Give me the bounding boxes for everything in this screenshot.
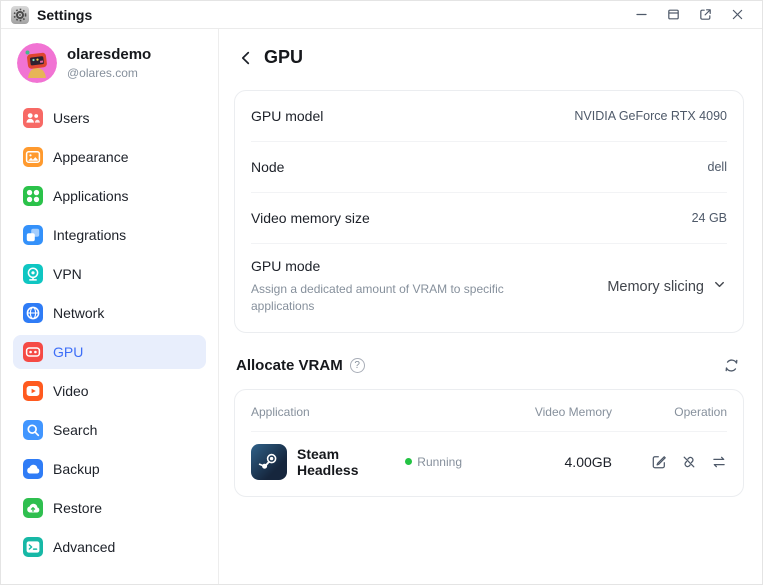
vpn-icon [23, 264, 43, 284]
user-card[interactable]: olaresdemo @olares.com [13, 41, 206, 101]
vram-table: Application Video Memory Operation Steam… [234, 388, 744, 497]
close-icon[interactable] [724, 4, 750, 26]
chevron-down-icon [712, 277, 727, 296]
col-application: Application [251, 404, 310, 419]
sidebar: olaresdemo @olares.com Users Appearance Ap… [1, 29, 219, 584]
selected-option: Memory slicing [607, 278, 704, 295]
user-avatar [17, 43, 57, 83]
open-in-new-icon[interactable] [692, 4, 718, 26]
gpu-info-card: GPU model NVIDIA GeForce RTX 4090 Node dell… [234, 90, 744, 333]
row-description: Assign a dedicated amount of VRAM to spe… [251, 282, 504, 314]
unbind-icon[interactable] [680, 453, 697, 470]
settings-app-icon [11, 5, 29, 24]
info-row-node: Node dell [251, 142, 727, 193]
sidebar-item-integrations[interactable]: Integrations [13, 218, 206, 252]
col-video-memory: Video Memory [534, 404, 612, 419]
info-row-gpu-mode: GPU mode Assign a dedicated amount of VRA… [251, 244, 727, 332]
titlebar: Settings [1, 1, 762, 29]
user-handle: @olares.com [67, 66, 138, 80]
applications-icon [23, 186, 43, 206]
backup-icon [23, 459, 43, 479]
network-icon [23, 303, 43, 323]
restore-icon [23, 498, 43, 518]
row-value: dell [707, 160, 727, 174]
edit-icon[interactable] [650, 453, 667, 470]
status-badge: Running [405, 455, 462, 469]
table-header: Application Video Memory Operation [251, 390, 727, 432]
window-title: Settings [37, 6, 93, 23]
help-icon[interactable]: ? [349, 358, 365, 374]
row-value: 24 GB [691, 211, 727, 225]
col-operation: Operation [674, 404, 727, 419]
row-value: NVIDIA GeForce RTX 4090 [574, 109, 727, 123]
users-icon [23, 108, 43, 128]
table-body: Steam Headless Running 4.00GB [251, 432, 727, 496]
sidebar-nav: Users Appearance Applications Integrations V… [13, 101, 206, 564]
row-label: GPU mode [251, 258, 321, 274]
refresh-icon[interactable] [720, 355, 742, 377]
page-title: GPU [264, 47, 304, 67]
row-label: Node [251, 159, 285, 175]
sidebar-item-applications[interactable]: Applications [13, 179, 206, 213]
sidebar-item-vpn[interactable]: VPN [13, 257, 206, 291]
sidebar-item-gpu[interactable]: GPU [13, 335, 206, 369]
restore-window-icon[interactable] [660, 4, 686, 26]
restart-icon[interactable] [710, 453, 727, 470]
integrations-icon [23, 225, 43, 245]
back-icon[interactable] [236, 48, 256, 68]
sidebar-item-appearance[interactable]: Appearance [13, 140, 206, 174]
advanced-icon [23, 537, 43, 557]
sidebar-item-advanced[interactable]: Advanced [13, 530, 206, 564]
row-label: Video memory size [251, 210, 370, 226]
info-row-video-memory-size: Video memory size 24 GB [251, 193, 727, 244]
sidebar-item-users[interactable]: Users [13, 101, 206, 135]
row-label: GPU model [251, 108, 324, 124]
video-icon [23, 381, 43, 401]
status-dot-icon [405, 458, 413, 466]
app-name: Steam Headless [297, 445, 359, 478]
sidebar-item-search[interactable]: Search [13, 413, 206, 447]
allocate-vram-title: Allocate VRAM [236, 357, 343, 375]
sidebar-item-video[interactable]: Video [13, 374, 206, 408]
sidebar-item-network[interactable]: Network [13, 296, 206, 330]
video-memory-value: 4.00GB [564, 453, 612, 470]
info-row-gpu-model: GPU model NVIDIA GeForce RTX 4090 [251, 91, 727, 142]
user-name: olaresdemo [67, 46, 152, 63]
app-icon-steam-headless [251, 443, 287, 480]
sidebar-item-backup[interactable]: Backup [13, 452, 206, 486]
search-icon [23, 420, 43, 440]
appearance-icon [23, 147, 43, 167]
gpu-icon [23, 342, 43, 362]
gpu-mode-select[interactable]: Memory slicing [607, 277, 727, 296]
table-row-steam-headless: Steam Headless Running 4.00GB [251, 432, 727, 496]
minimize-icon[interactable] [628, 4, 654, 26]
settings-window: Settings olaresdemo @olares.com Users Ap… [0, 0, 763, 585]
main-content: GPU GPU model NVIDIA GeForce RTX 4090 Node… [219, 29, 762, 584]
sidebar-item-restore[interactable]: Restore [13, 491, 206, 525]
